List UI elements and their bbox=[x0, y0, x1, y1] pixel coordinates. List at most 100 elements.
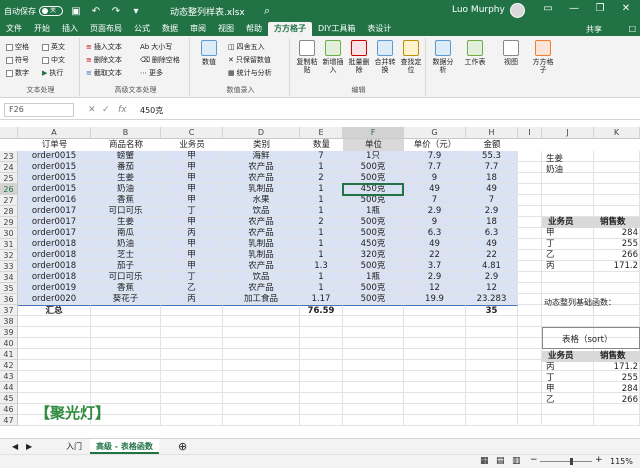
table-cell[interactable]: 农产品 bbox=[223, 228, 300, 239]
table-cell[interactable]: 7 bbox=[404, 195, 466, 206]
zoom-out-icon[interactable]: − bbox=[530, 455, 538, 465]
data-analysis-button[interactable]: 数据分析 bbox=[430, 40, 456, 74]
table-cell[interactable] bbox=[223, 316, 300, 327]
table-cell[interactable]: 18 bbox=[466, 173, 518, 184]
sorted-row-cell[interactable]: 丙 bbox=[546, 362, 592, 373]
table-cell[interactable]: 12 bbox=[466, 283, 518, 294]
table-cell[interactable]: 海鲜 bbox=[223, 151, 300, 162]
table-cell[interactable] bbox=[404, 360, 466, 371]
name-box[interactable]: F26 bbox=[4, 103, 74, 117]
table-cell[interactable] bbox=[300, 338, 343, 349]
table-cell[interactable]: 49 bbox=[404, 239, 466, 250]
table-header-cell[interactable]: 单位 bbox=[343, 139, 404, 151]
table-cell[interactable]: 1瓶 bbox=[343, 272, 404, 283]
table-cell[interactable]: order0015 bbox=[18, 184, 91, 195]
table-header-cell[interactable]: 单价（元） bbox=[404, 139, 466, 151]
table-cell[interactable]: 1 bbox=[300, 283, 343, 294]
empty-cell[interactable] bbox=[518, 195, 542, 206]
table-cell[interactable]: 7 bbox=[300, 151, 343, 162]
table-header-cell[interactable]: 订单号 bbox=[18, 139, 91, 151]
row-header[interactable]: 36 bbox=[0, 294, 18, 305]
empty-cell[interactable] bbox=[542, 283, 594, 294]
copy-paste-button[interactable]: 复制粘贴 bbox=[294, 40, 320, 74]
table-cell[interactable]: order0015 bbox=[18, 162, 91, 173]
empty-cell[interactable] bbox=[518, 360, 542, 371]
chinese-checkbox[interactable]: 中文 bbox=[42, 55, 65, 65]
number-checkbox[interactable]: 数字 bbox=[6, 68, 29, 78]
table-cell[interactable] bbox=[466, 393, 518, 404]
table-cell[interactable] bbox=[161, 338, 223, 349]
table-cell[interactable]: order0018 bbox=[18, 272, 91, 283]
table-cell[interactable]: 49 bbox=[466, 184, 518, 195]
table-cell[interactable]: 香蕉 bbox=[91, 195, 161, 206]
column-header-h[interactable]: H bbox=[466, 127, 518, 139]
english-checkbox[interactable]: 英文 bbox=[42, 42, 65, 52]
comment-icon[interactable]: □ bbox=[628, 24, 636, 33]
table-cell[interactable]: 甲 bbox=[161, 217, 223, 228]
row-header[interactable]: 45 bbox=[0, 393, 18, 404]
table-cell[interactable] bbox=[343, 393, 404, 404]
table-cell[interactable] bbox=[404, 415, 466, 426]
sorted-header-cell[interactable]: 业务员 bbox=[548, 351, 594, 362]
table-cell[interactable]: 500克 bbox=[343, 261, 404, 272]
empty-cell[interactable] bbox=[518, 338, 542, 349]
next-sheet-icon[interactable]: ▶ bbox=[20, 439, 38, 454]
table-cell[interactable]: 可口可乐 bbox=[91, 272, 161, 283]
tab-home[interactable]: 开始 bbox=[28, 22, 56, 36]
ribbon-display-icon[interactable]: ▭ bbox=[540, 3, 556, 14]
worksheet-button[interactable]: 工作表 bbox=[462, 40, 488, 66]
column-header-a[interactable]: A bbox=[18, 127, 91, 139]
table-cell[interactable]: 农产品 bbox=[223, 217, 300, 228]
merge-convert-button[interactable]: 合并转换 bbox=[372, 40, 398, 74]
table-cell[interactable]: 450克 bbox=[343, 239, 404, 250]
sorted-row-cell[interactable]: 266 bbox=[594, 395, 638, 406]
table-cell[interactable]: 香蕉 bbox=[91, 283, 161, 294]
table-cell[interactable] bbox=[300, 349, 343, 360]
table-cell[interactable]: 1 bbox=[300, 250, 343, 261]
table-cell[interactable] bbox=[161, 393, 223, 404]
empty-cell[interactable] bbox=[518, 382, 542, 393]
table-cell[interactable] bbox=[343, 415, 404, 426]
table-cell[interactable] bbox=[466, 371, 518, 382]
minimize-button[interactable]: — bbox=[566, 3, 582, 14]
table-cell[interactable]: 农产品 bbox=[223, 162, 300, 173]
summary-row-cell[interactable]: 甲 bbox=[546, 228, 592, 239]
row-header[interactable]: 46 bbox=[0, 404, 18, 415]
table-cell[interactable]: 甲 bbox=[161, 195, 223, 206]
empty-cell[interactable] bbox=[594, 283, 640, 294]
table-cell[interactable] bbox=[404, 338, 466, 349]
tab-page-layout[interactable]: 页面布局 bbox=[84, 22, 128, 36]
table-cell[interactable] bbox=[343, 360, 404, 371]
table-cell[interactable]: 49 bbox=[466, 239, 518, 250]
row-header[interactable]: 27 bbox=[0, 195, 18, 206]
column-header-j[interactable]: J bbox=[542, 127, 594, 139]
table-cell[interactable]: 7.7 bbox=[404, 162, 466, 173]
table-cell[interactable] bbox=[300, 393, 343, 404]
table-cell[interactable] bbox=[91, 360, 161, 371]
table-cell[interactable]: 23.283 bbox=[466, 294, 518, 305]
table-cell[interactable]: 7 bbox=[466, 195, 518, 206]
empty-cell[interactable] bbox=[518, 228, 542, 239]
table-cell[interactable] bbox=[300, 415, 343, 426]
empty-cell[interactable] bbox=[518, 151, 542, 162]
extract-text-button[interactable]: ≡ 截取文本 bbox=[86, 68, 122, 78]
table-cell[interactable]: 饮品 bbox=[223, 206, 300, 217]
table-cell[interactable]: 南瓜 bbox=[91, 228, 161, 239]
table-cell[interactable] bbox=[343, 404, 404, 415]
table-cell[interactable] bbox=[404, 327, 466, 338]
table-cell[interactable]: 4.81 bbox=[466, 261, 518, 272]
row-header[interactable]: 44 bbox=[0, 382, 18, 393]
empty-cell[interactable] bbox=[518, 239, 542, 250]
close-button[interactable]: ✕ bbox=[618, 3, 634, 14]
table-cell[interactable] bbox=[343, 371, 404, 382]
empty-cell[interactable] bbox=[518, 272, 542, 283]
save-icon[interactable]: ▣ bbox=[69, 6, 83, 17]
row-header[interactable]: 40 bbox=[0, 338, 18, 349]
empty-cell[interactable] bbox=[594, 195, 640, 206]
table-cell[interactable] bbox=[466, 327, 518, 338]
table-cell[interactable]: 19.9 bbox=[404, 294, 466, 305]
empty-cell[interactable] bbox=[518, 283, 542, 294]
table-cell[interactable]: 汇总 bbox=[18, 305, 91, 316]
zoom-slider[interactable] bbox=[540, 461, 592, 462]
table-cell[interactable] bbox=[161, 316, 223, 327]
